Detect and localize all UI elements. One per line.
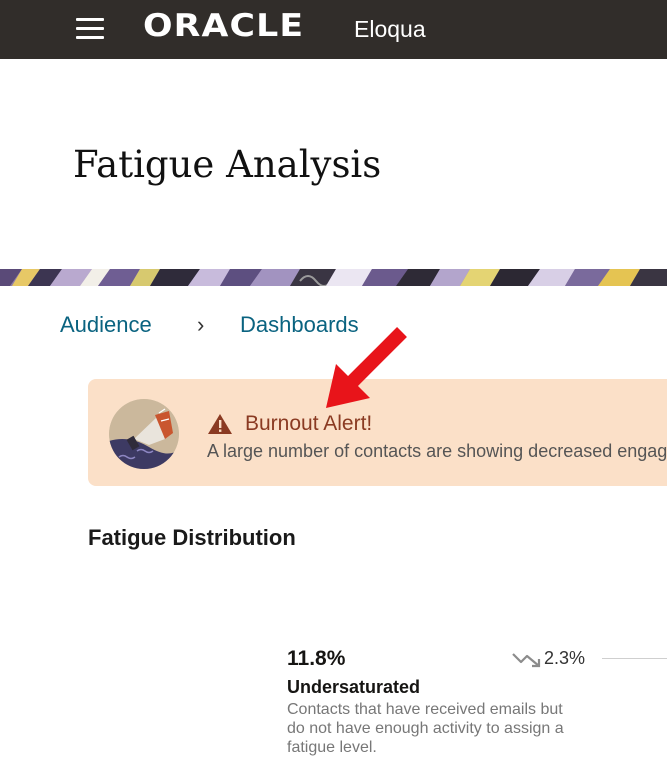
divider-line (602, 658, 667, 659)
warning-triangle-icon (208, 414, 232, 434)
trend-down-icon (512, 653, 541, 668)
stat-label: Undersaturated (287, 677, 421, 697)
stat-percent: 11.8% (287, 647, 346, 670)
top-navigation-bar: ORACLE Eloqua (0, 0, 667, 59)
oracle-logo[interactable]: ORACLE (143, 8, 304, 44)
banner-pattern (0, 269, 667, 286)
breadcrumb-audience-link[interactable]: Audience (60, 312, 152, 338)
alert-message: A large number of contacts are showing d… (207, 441, 667, 461)
megaphone-illustration-icon (109, 399, 179, 469)
menu-line (76, 18, 104, 21)
red-annotation-arrow-icon (326, 327, 407, 408)
menu-line (76, 36, 104, 39)
stat-trend: 2.3% (511, 648, 591, 670)
alert-title: Burnout Alert! (245, 412, 373, 435)
breadcrumb-separator-icon: › (197, 312, 205, 337)
stat-description: Contacts that have received emails but d… (287, 701, 564, 756)
menu-line (76, 27, 104, 30)
fatigue-distribution-title: Fatigue Distribution (88, 525, 296, 550)
page-title: Fatigue Analysis (73, 143, 382, 186)
product-name: Eloqua (354, 16, 426, 42)
hamburger-menu-icon[interactable] (76, 16, 104, 40)
trend-value: 2.3% (544, 648, 586, 668)
decorative-banner (0, 269, 667, 286)
